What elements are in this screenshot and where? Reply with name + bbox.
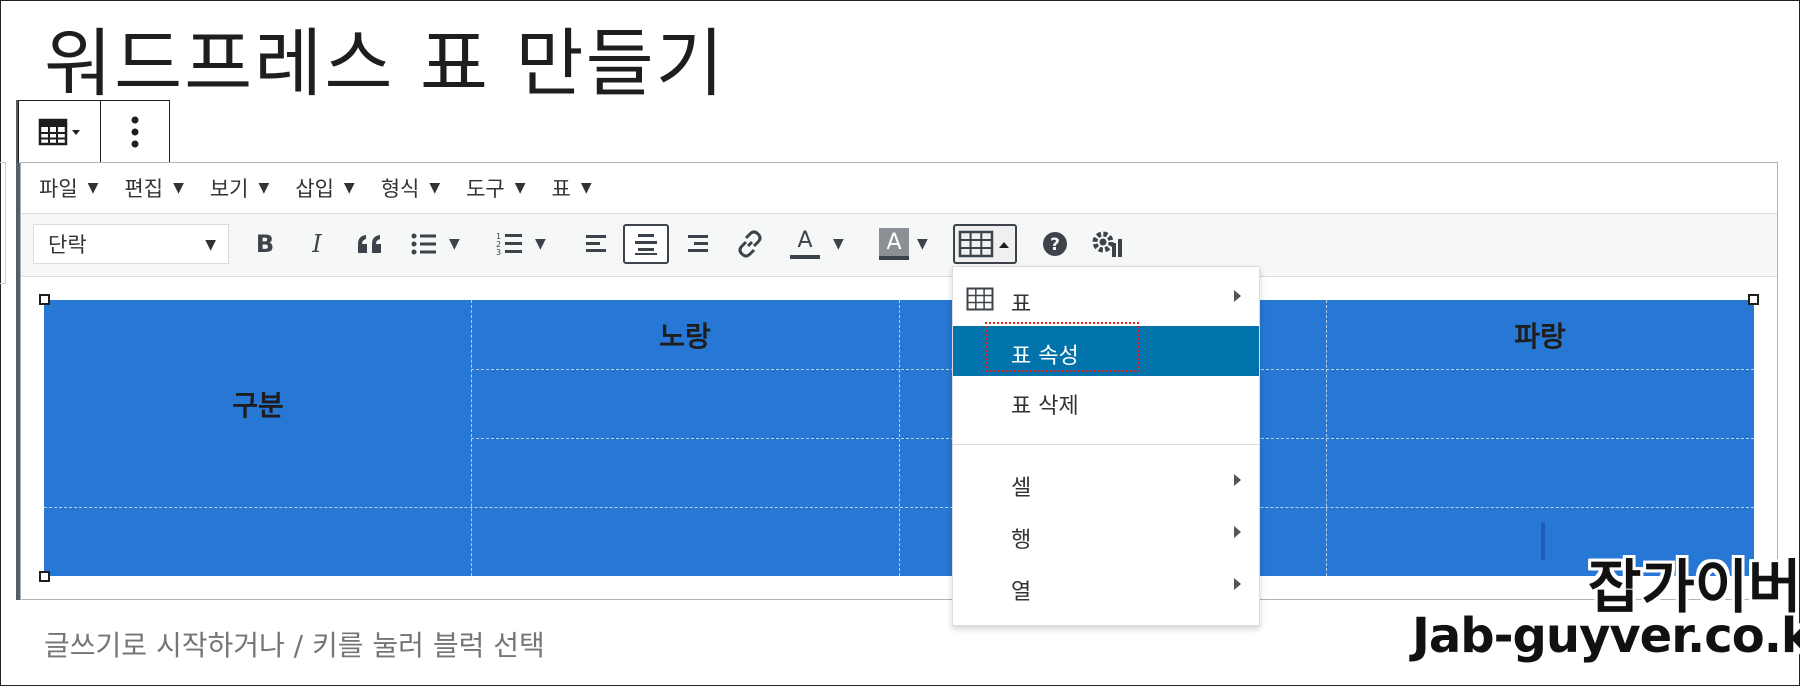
align-center-icon — [635, 234, 657, 255]
link-icon — [738, 230, 762, 258]
menu-format[interactable]: 형식 ▼ — [381, 173, 440, 203]
menu-table[interactable]: 표 ▼ — [552, 173, 592, 203]
table-cell-header-blue[interactable]: 파랑 — [1514, 315, 1566, 355]
more-options-button[interactable] — [101, 101, 169, 163]
table-cell-header-category[interactable]: 구분 — [232, 384, 284, 424]
svg-text:3: 3 — [496, 248, 501, 257]
menu-item-label: 셀 — [1011, 476, 1032, 501]
caret-down-icon: ▼ — [514, 180, 526, 196]
submenu-arrow-icon — [1234, 578, 1241, 590]
menu-item-label: 표 — [1011, 292, 1032, 317]
watermark-url: Jab-guyver.co.kr — [1412, 608, 1800, 664]
menu-label: 편집 — [124, 177, 164, 201]
help-button[interactable]: ? — [1037, 224, 1073, 264]
table-cell-header-yellow[interactable]: 노랑 — [659, 315, 711, 355]
text-color-button[interactable]: A — [787, 224, 823, 264]
blockquote-button[interactable] — [351, 224, 391, 264]
caret-down-icon[interactable]: ▼ — [833, 224, 844, 264]
caret-down-icon[interactable]: ▼ — [917, 224, 928, 264]
bullet-list-button[interactable] — [407, 224, 441, 264]
block-toolbar — [18, 100, 170, 163]
table-dropdown-menu: 표 표 속성 표 삭제 셀 행 열 — [952, 266, 1260, 626]
align-right-button[interactable] — [679, 224, 715, 264]
menu-item-table[interactable]: 표 — [953, 274, 1259, 324]
table-button[interactable] — [953, 224, 1017, 264]
caret-down-icon[interactable]: ▼ — [535, 224, 546, 264]
caret-down-icon[interactable]: ▼ — [449, 224, 460, 264]
caret-down-icon: ▼ — [580, 180, 592, 196]
menu-label: 삽입 — [295, 177, 334, 201]
caret-down-icon: ▼ — [429, 180, 441, 196]
format-select[interactable]: 단락 ▼ — [33, 224, 229, 264]
text-color-swatch — [790, 254, 820, 259]
menu-label: 도구 — [466, 177, 505, 201]
menu-divider — [953, 444, 1259, 445]
text-cursor — [1541, 522, 1545, 560]
table-icon — [966, 287, 994, 311]
menu-tools[interactable]: 도구 ▼ — [466, 173, 525, 203]
align-center-button[interactable] — [623, 224, 669, 264]
menu-item-row[interactable]: 행 — [953, 510, 1259, 560]
submenu-arrow-icon — [1234, 526, 1241, 538]
background-color-button[interactable]: A — [877, 224, 911, 264]
bold-icon: B — [255, 230, 275, 258]
submenu-arrow-icon — [1234, 474, 1241, 486]
menu-item-delete-table[interactable]: 표 삭제 — [953, 376, 1259, 426]
submenu-arrow-icon — [1234, 290, 1241, 302]
format-select-value: 단락 — [48, 233, 87, 257]
insert-link-button[interactable] — [731, 224, 769, 264]
resize-handle[interactable] — [39, 571, 50, 582]
menu-item-label: 열 — [1011, 580, 1032, 605]
block-appender-placeholder[interactable]: 글쓰기로 시작하거나 / 키를 눌러 블럭 선택 — [44, 624, 545, 664]
align-left-button[interactable] — [579, 224, 615, 264]
menu-edit[interactable]: 편집 ▼ — [124, 173, 183, 203]
menu-label: 파일 — [39, 177, 78, 201]
table-block-icon — [38, 118, 80, 146]
menu-label: 표 — [551, 177, 571, 201]
menu-view[interactable]: 보기 ▼ — [210, 173, 269, 203]
bullet-list-icon — [411, 233, 436, 255]
caret-down-icon: ▼ — [343, 180, 355, 196]
bold-button[interactable]: B — [247, 224, 283, 264]
gear-icon — [1092, 231, 1122, 257]
numbered-list-button[interactable]: 1 2 3 — [493, 224, 527, 264]
menu-item-column[interactable]: 열 — [953, 562, 1259, 612]
numbered-list-icon: 1 2 3 — [496, 232, 522, 257]
italic-button[interactable]: I — [299, 224, 335, 264]
caret-down-icon: ▼ — [205, 237, 216, 253]
inserter-edge — [0, 162, 6, 284]
blockquote-icon — [358, 235, 381, 253]
svg-text:?: ? — [1050, 235, 1060, 255]
block-type-switcher[interactable] — [19, 101, 102, 163]
align-left-icon — [586, 235, 606, 252]
highlight-annotation-box — [985, 322, 1139, 372]
help-icon: ? — [1043, 232, 1067, 256]
caret-down-icon: ▼ — [173, 180, 184, 196]
resize-handle[interactable] — [39, 294, 50, 305]
toolbar-toggle-button[interactable] — [1087, 224, 1127, 264]
menu-item-label: 표 삭제 — [1011, 394, 1079, 419]
vertical-ellipsis-icon — [131, 116, 139, 148]
table-block[interactable] — [44, 300, 1754, 576]
editor-toolbar: 단락 ▼ B I ▼ 1 2 3 ▼ A ▼ A ▼ ? — [21, 214, 1777, 277]
menu-label: 보기 — [209, 177, 249, 201]
menu-item-cell[interactable]: 셀 — [953, 458, 1259, 508]
post-title[interactable]: 워드프레스 표 만들기 — [44, 4, 726, 111]
column-divider — [1326, 300, 1327, 576]
caret-down-icon: ▼ — [87, 180, 99, 196]
background-color-icon: A — [879, 228, 909, 260]
editor-menubar: 파일 ▼ 편집 ▼ 보기 ▼ 삽입 ▼ 형식 ▼ 도구 ▼ 표 ▼ — [21, 163, 1777, 214]
menu-file[interactable]: 파일 ▼ — [39, 173, 98, 203]
menu-item-label: 행 — [1011, 528, 1032, 553]
align-right-icon — [688, 235, 708, 252]
table-icon — [958, 230, 1009, 258]
caret-down-icon: ▼ — [258, 180, 270, 196]
menu-label: 형식 — [380, 177, 420, 201]
text-color-icon: A — [797, 227, 813, 253]
column-divider — [899, 300, 900, 576]
resize-handle[interactable] — [1748, 294, 1759, 305]
menu-insert[interactable]: 삽입 ▼ — [295, 173, 354, 203]
italic-icon: I — [312, 230, 322, 258]
column-divider — [471, 300, 472, 576]
